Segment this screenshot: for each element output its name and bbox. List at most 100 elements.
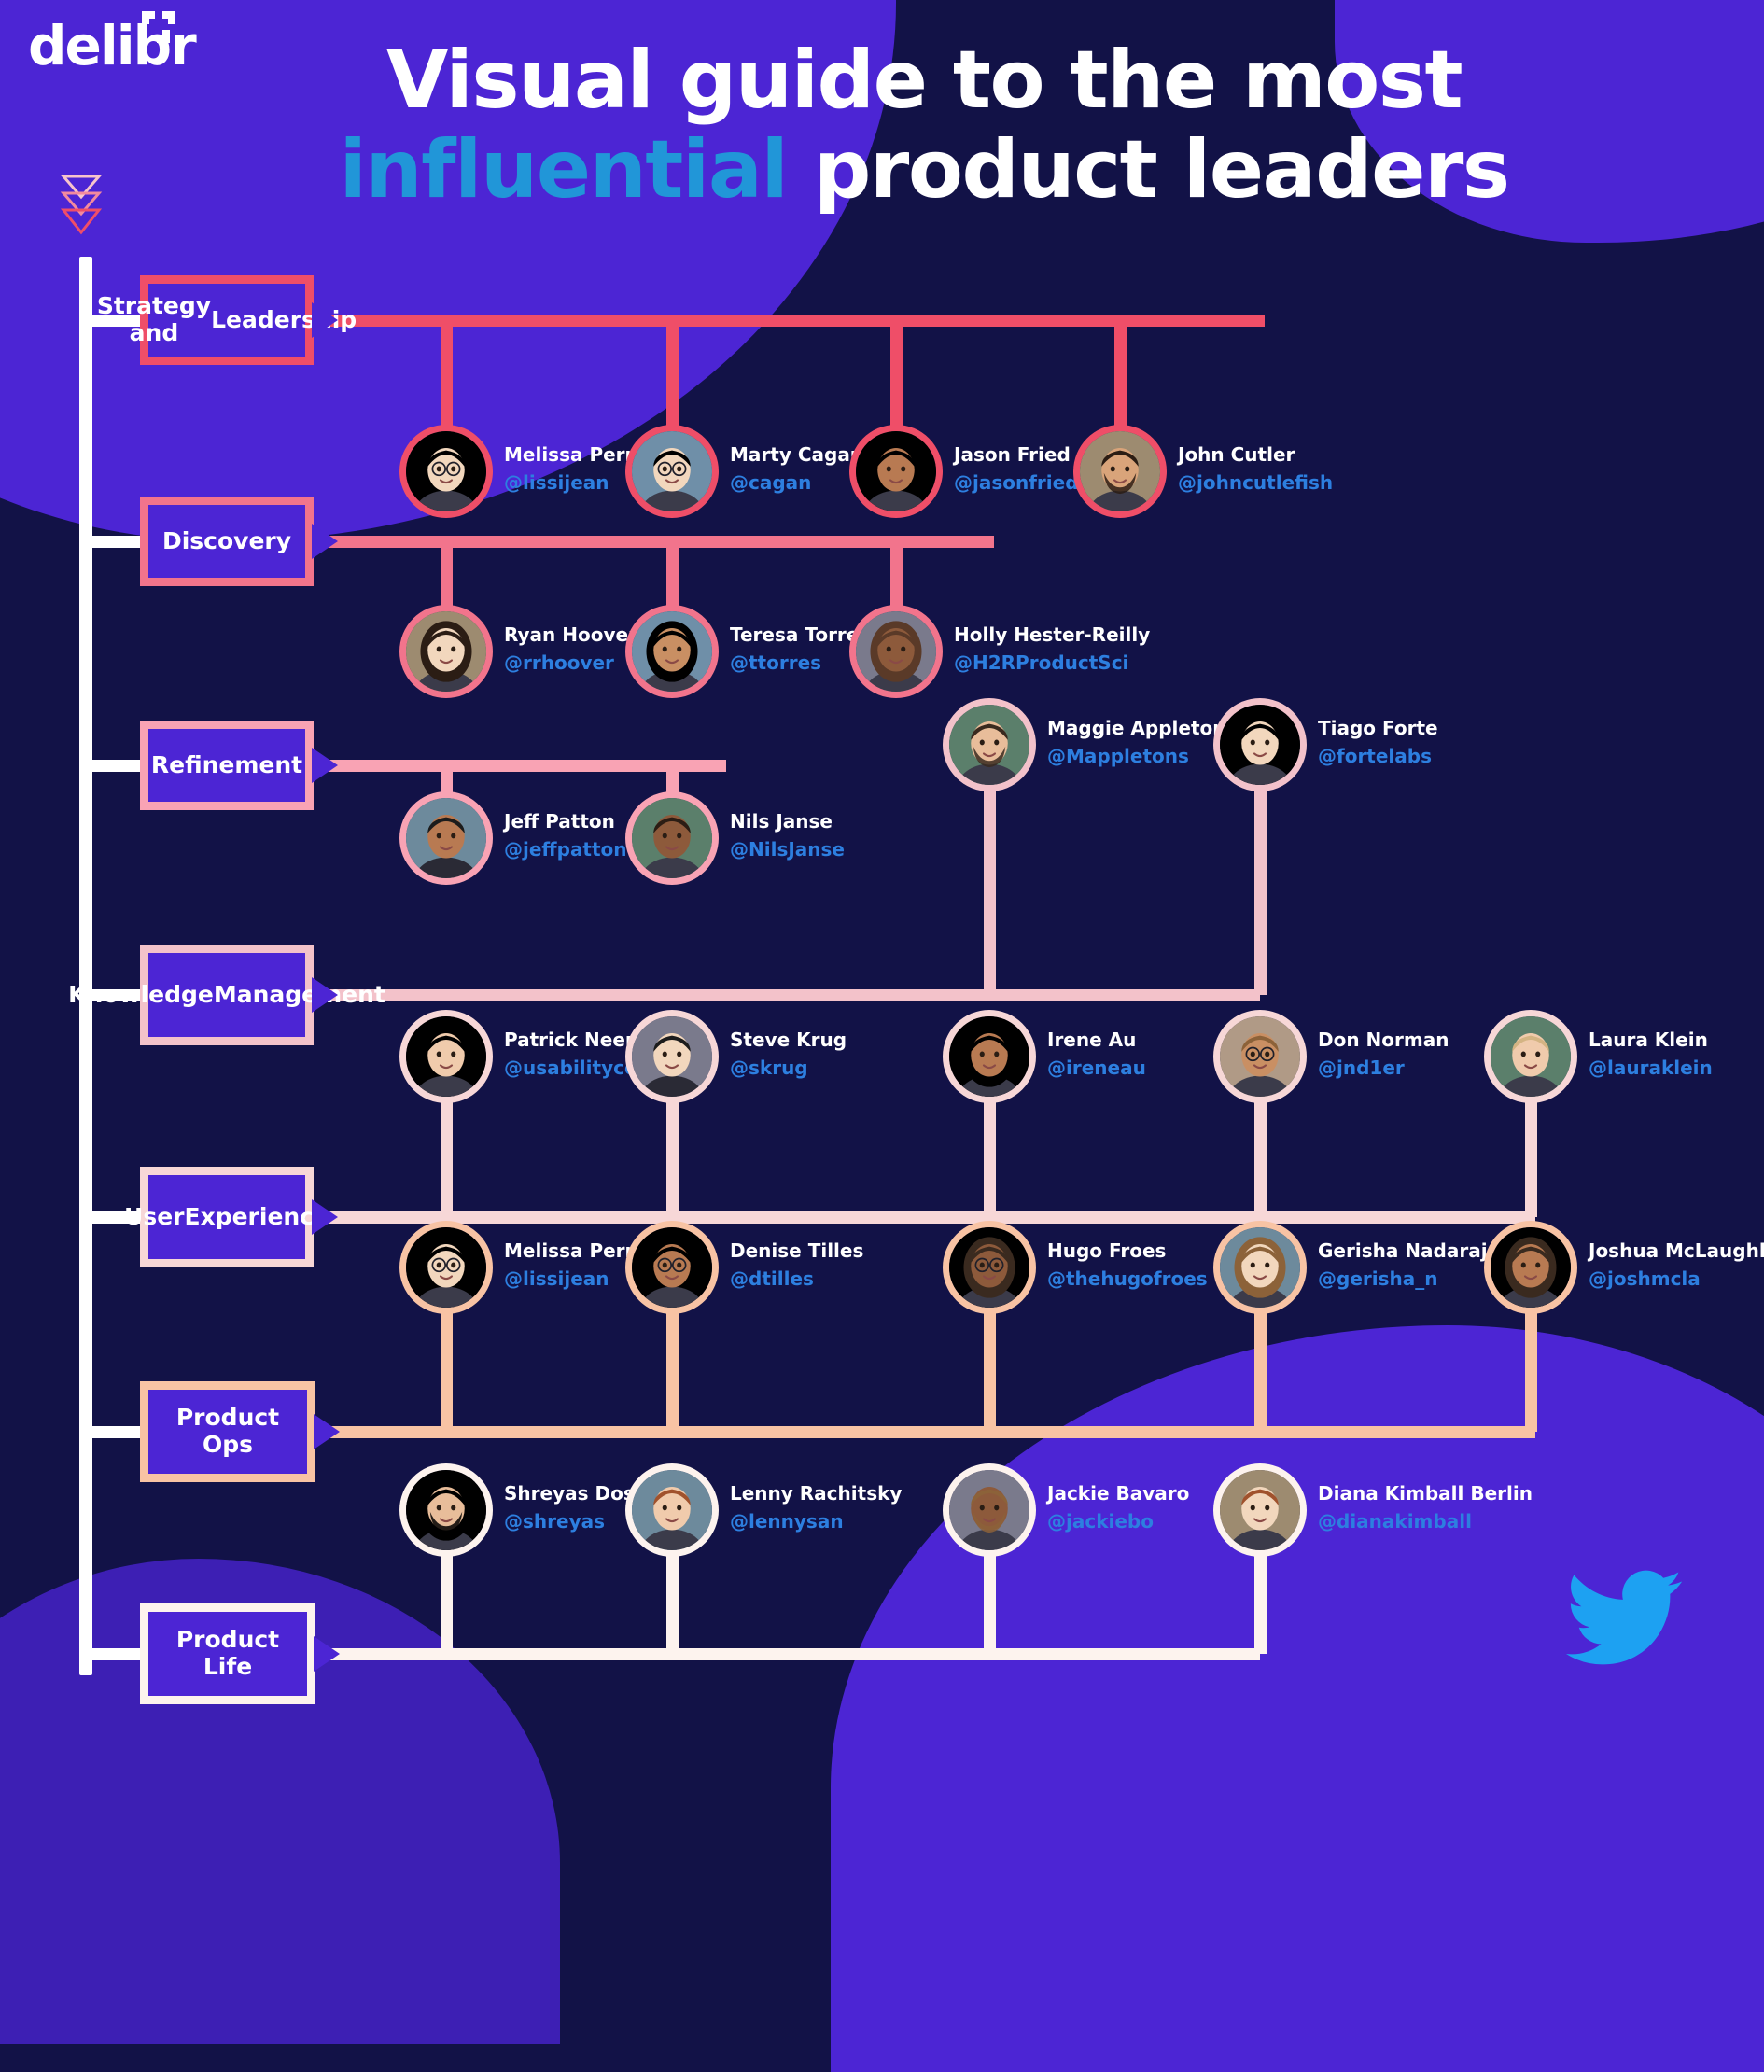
avatar[interactable]: [943, 1010, 1036, 1103]
avatar[interactable]: [625, 791, 719, 885]
twitter-bird-icon[interactable]: [1554, 1560, 1694, 1680]
category-arrow-strategy-and-leadership: [312, 302, 338, 338]
avatar[interactable]: [1484, 1010, 1577, 1103]
person-node[interactable]: Holly Hester-Reilly @H2RProductSci: [849, 605, 1150, 698]
avatar[interactable]: [943, 1463, 1036, 1557]
avatar[interactable]: [399, 1221, 493, 1314]
avatar-image: [1491, 1016, 1571, 1097]
connector-hline-knowledge-management: [321, 988, 1260, 1001]
person-text: John Cutler @johncutlefish: [1178, 443, 1458, 494]
avatar[interactable]: [399, 425, 493, 518]
person-name: Laura Klein: [1589, 1029, 1708, 1051]
person-name: Joshua McLaughlin: [1589, 1239, 1764, 1262]
category-label-product-ops: Product Ops: [148, 1390, 307, 1474]
person-text: Joshua McLaughlin @joshmcla: [1589, 1239, 1764, 1290]
person-node[interactable]: Melissa Perri @lissijean: [399, 1221, 640, 1314]
avatar-image: [949, 1227, 1029, 1308]
category-arrow-user-experience: [312, 1199, 338, 1235]
title-line-1: Visual guide to the most: [385, 34, 1463, 127]
category-box-product-ops[interactable]: Product Ops: [140, 1381, 340, 1482]
diagram-canvas: Strategy and Leadership Melissa Perri @liss…: [0, 0, 1764, 1764]
person-node[interactable]: Marty Cagan @cagan: [625, 425, 863, 518]
person-node[interactable]: Jason Fried @jasonfried: [849, 425, 1079, 518]
person-node[interactable]: Hugo Froes @thehugofroes: [943, 1221, 1208, 1314]
avatar-image: [632, 1016, 712, 1097]
avatar[interactable]: [943, 1221, 1036, 1314]
page-title: Visual guide to the most influential pro…: [0, 35, 1764, 216]
person-node[interactable]: Denise Tilles @dtilles: [625, 1221, 863, 1314]
person-handle[interactable]: @NilsJanse: [730, 838, 1010, 861]
avatar[interactable]: [849, 605, 943, 698]
person-node[interactable]: Jackie Bavaro @jackiebo: [943, 1463, 1189, 1557]
person-node[interactable]: Melissa Perri @lissijean: [399, 425, 640, 518]
avatar-image: [1220, 1016, 1300, 1097]
person-node[interactable]: Joshua McLaughlin @joshmcla: [1484, 1221, 1764, 1314]
person-text: Diana Kimball Berlin @dianakimball: [1318, 1482, 1598, 1533]
avatar[interactable]: [1213, 698, 1307, 791]
avatar[interactable]: [943, 698, 1036, 791]
person-node[interactable]: John Cutler @johncutlefish: [1073, 425, 1333, 518]
avatar[interactable]: [399, 791, 493, 885]
avatar-image: [406, 611, 486, 692]
person-node[interactable]: Steve Krug @skrug: [625, 1010, 847, 1103]
avatar[interactable]: [1484, 1221, 1577, 1314]
category-label-knowledge-management: Knowledge Management: [68, 953, 385, 1037]
person-node[interactable]: Tiago Forte @fortelabs: [1213, 698, 1438, 791]
avatar[interactable]: [1213, 1463, 1307, 1557]
category-label-line: Experience: [184, 1202, 329, 1230]
person-node[interactable]: Ryan Hoover @rrhoover: [399, 605, 637, 698]
avatar-image: [406, 1470, 486, 1550]
avatar[interactable]: [1213, 1221, 1307, 1314]
person-handle[interactable]: @joshmcla: [1589, 1267, 1764, 1290]
category-box-refinement[interactable]: Refinement: [140, 721, 338, 810]
avatar[interactable]: [625, 605, 719, 698]
title-line-2: influential product leaders: [140, 125, 1708, 215]
person-handle[interactable]: @fortelabs: [1318, 745, 1598, 767]
connector-hline-product-life: [323, 1647, 1260, 1660]
avatar[interactable]: [625, 1463, 719, 1557]
avatar[interactable]: [399, 1463, 493, 1557]
category-box-strategy-and-leadership[interactable]: Strategy and Leadership: [97, 275, 357, 365]
person-node[interactable]: Patrick Neeman @usabilitycounts: [399, 1010, 684, 1103]
person-node[interactable]: Shreyas Doshi @shreyas: [399, 1463, 654, 1557]
avatar-image: [632, 1470, 712, 1550]
person-text: Laura Klein @lauraklein: [1589, 1029, 1764, 1079]
avatar[interactable]: [399, 605, 493, 698]
person-handle[interactable]: @johncutlefish: [1178, 471, 1458, 494]
avatar[interactable]: [849, 425, 943, 518]
avatar[interactable]: [399, 1010, 493, 1103]
person-handle[interactable]: @lauraklein: [1589, 1057, 1764, 1079]
person-node[interactable]: Jeff Patton @jeffpatton: [399, 791, 627, 885]
category-label-line: Refinement: [150, 750, 303, 778]
spine-stub-refinement: [79, 759, 140, 772]
person-node[interactable]: Irene Au @ireneau: [943, 1010, 1146, 1103]
avatar-image: [1080, 431, 1160, 511]
person-node[interactable]: Nils Janse @NilsJanse: [625, 791, 845, 885]
avatar[interactable]: [1073, 425, 1167, 518]
avatar-image: [949, 705, 1029, 785]
person-node[interactable]: Diana Kimball Berlin @dianakimball: [1213, 1463, 1533, 1557]
avatar[interactable]: [625, 1010, 719, 1103]
person-node[interactable]: Maggie Appleton @Mappletons: [943, 698, 1225, 791]
avatar[interactable]: [625, 425, 719, 518]
person-node[interactable]: Laura Klein @lauraklein: [1484, 1010, 1713, 1103]
person-node[interactable]: Don Norman @jnd1er: [1213, 1010, 1449, 1103]
person-handle[interactable]: @dianakimball: [1318, 1510, 1598, 1533]
avatar[interactable]: [625, 1221, 719, 1314]
category-arrow-product-life: [314, 1636, 340, 1672]
person-node[interactable]: Lenny Rachitsky @lennysan: [625, 1463, 902, 1557]
avatar[interactable]: [1213, 1010, 1307, 1103]
person-node[interactable]: Gerisha Nadaraju @gerisha_n: [1213, 1221, 1501, 1314]
person-node[interactable]: Teresa Torres @ttorres: [625, 605, 870, 698]
avatar-image: [406, 798, 486, 878]
category-box-discovery[interactable]: Discovery: [140, 497, 338, 586]
person-handle[interactable]: @H2RProductSci: [954, 651, 1234, 674]
category-label-refinement: Refinement: [148, 729, 305, 802]
category-box-knowledge-management[interactable]: Knowledge Management: [68, 945, 385, 1045]
category-box-product-life[interactable]: Product Life: [140, 1603, 340, 1704]
category-box-user-experience[interactable]: User Experience: [124, 1167, 338, 1267]
avatar-image: [406, 431, 486, 511]
avatar-image: [1491, 1227, 1571, 1308]
spine-stub-product-life: [79, 1647, 140, 1660]
title-accent-word: influential: [339, 123, 788, 217]
